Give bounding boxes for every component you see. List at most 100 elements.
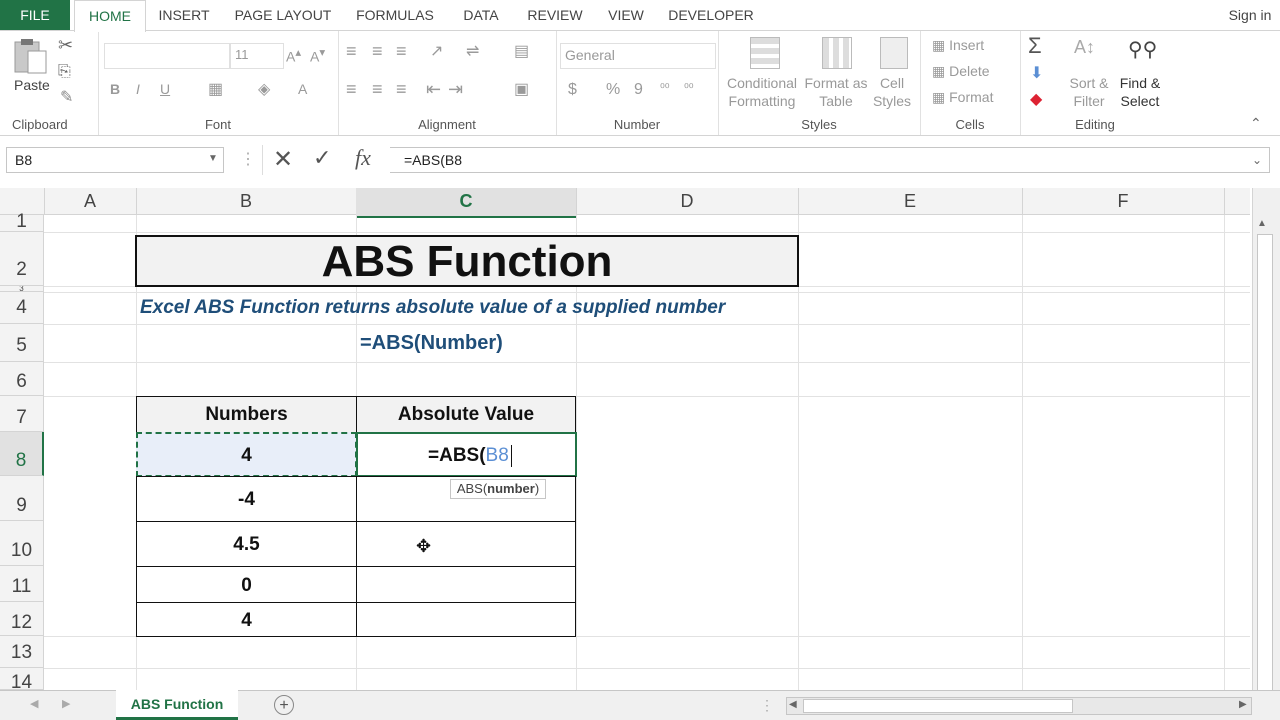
cut-icon[interactable]: ✂ [58, 35, 73, 56]
tab-developer[interactable]: DEVELOPER [660, 0, 762, 30]
column-header-f[interactable]: F [1022, 188, 1225, 215]
clear-icon[interactable]: ◆ [1030, 89, 1042, 109]
new-sheet-icon[interactable]: + [274, 695, 294, 715]
shrink-font-icon[interactable]: A▾ [310, 45, 325, 65]
row-header-14[interactable]: 14 [0, 668, 44, 690]
cancel-icon[interactable]: ✕ [273, 145, 293, 174]
row-header-8[interactable]: 8 [0, 432, 44, 476]
tab-file[interactable]: FILE [0, 0, 70, 30]
font-color-icon[interactable]: A [298, 81, 307, 97]
number-cell-b9[interactable]: -4 [136, 476, 357, 522]
syntax-text[interactable]: =ABS(Number) [356, 328, 516, 358]
horizontal-scroll-thumb[interactable] [803, 699, 1073, 713]
tab-page-layout[interactable]: PAGE LAYOUT [224, 0, 342, 30]
align-right-icon[interactable]: ≡ [396, 79, 407, 100]
font-size-select[interactable]: 11 [230, 43, 284, 69]
paste-button[interactable]: Paste [10, 37, 50, 103]
increase-indent-icon[interactable]: ⇥ [448, 79, 463, 100]
value-cell-c9[interactable] [356, 476, 576, 522]
row-header-4[interactable]: 4 [0, 292, 44, 324]
fill-icon[interactable]: ⬇ [1030, 63, 1043, 83]
row-header-2[interactable]: 2 [0, 232, 44, 286]
fill-color-icon[interactable]: ◈ [258, 79, 270, 99]
number-format-select[interactable]: General [560, 43, 716, 69]
currency-button[interactable]: $ [568, 81, 577, 99]
name-box-dropdown-icon[interactable]: ▼ [208, 153, 218, 164]
decrease-indent-icon[interactable]: ⇤ [426, 79, 441, 100]
tab-splitter-icon[interactable]: ⋮ [760, 697, 774, 714]
collapse-ribbon-icon[interactable]: ⌃ [1250, 115, 1262, 132]
row-header-1[interactable]: 1 [0, 212, 44, 232]
next-sheet-icon[interactable]: ▶ [62, 697, 70, 710]
insert-cells-button[interactable]: ▦ Insert [932, 37, 984, 54]
header-numbers[interactable]: Numbers [136, 396, 357, 433]
italic-button[interactable]: I [136, 81, 140, 97]
align-left-icon[interactable]: ≡ [346, 79, 357, 100]
percent-button[interactable]: % [606, 81, 620, 99]
number-cell-b8[interactable]: 4 [136, 432, 357, 477]
wrap-text-icon[interactable]: ⇌ [466, 41, 479, 61]
find-select-button[interactable]: ⚲⚲ Find & Select [1114, 37, 1166, 117]
column-header-a[interactable]: A [44, 188, 137, 215]
format-cells-button[interactable]: ▦ Format [932, 89, 993, 106]
row-header-10[interactable]: 10 [0, 521, 44, 566]
decrease-decimal-icon[interactable]: ⁰⁰ [684, 81, 694, 95]
grow-font-icon[interactable]: A▴ [286, 45, 301, 65]
bold-button[interactable]: B [110, 81, 120, 97]
header-absolute-value[interactable]: Absolute Value [356, 396, 576, 433]
row-header-7[interactable]: 7 [0, 396, 44, 432]
scroll-up-icon[interactable]: ▲ [1257, 218, 1273, 232]
tab-home[interactable]: HOME [74, 0, 146, 32]
horizontal-scrollbar[interactable]: ◀ ▶ [786, 697, 1252, 715]
middle-align-icon[interactable]: ≡ [372, 41, 383, 62]
font-name-select[interactable] [104, 43, 230, 69]
row-header-9[interactable]: 9 [0, 476, 44, 521]
enter-icon[interactable]: ✓ [313, 145, 331, 171]
column-header-c[interactable]: C [356, 188, 577, 218]
copy-icon[interactable]: ⎘ [58, 63, 71, 81]
description-text[interactable]: Excel ABS Function returns absolute valu… [140, 294, 780, 322]
scroll-right-icon[interactable]: ▶ [1239, 699, 1247, 710]
row-header-13[interactable]: 13 [0, 636, 44, 668]
top-align-icon[interactable]: ≡ [346, 41, 357, 62]
prev-sheet-icon[interactable]: ◀ [30, 697, 38, 710]
row-header-12[interactable]: 12 [0, 602, 44, 636]
row-header-6[interactable]: 6 [0, 362, 44, 396]
row-header-11[interactable]: 11 [0, 566, 44, 602]
tab-formulas[interactable]: FORMULAS [346, 0, 444, 30]
tab-review[interactable]: REVIEW [518, 0, 592, 30]
vertical-scroll-thumb[interactable] [1257, 234, 1273, 698]
number-cell-b11[interactable]: 0 [136, 566, 357, 603]
sheet-title[interactable]: ABS Function [135, 235, 799, 287]
tab-insert[interactable]: INSERT [148, 0, 220, 30]
underline-button[interactable]: U [160, 81, 170, 97]
borders-icon[interactable]: ▦ [208, 79, 223, 99]
increase-decimal-icon[interactable]: ⁰⁰ [660, 81, 670, 95]
sign-in-link[interactable]: Sign in [1222, 0, 1278, 30]
align-center-icon[interactable]: ≡ [372, 79, 383, 100]
formula-input[interactable]: =ABS(B8 [390, 147, 1270, 173]
sort-filter-button[interactable]: A↕ Sort & Filter [1064, 37, 1114, 117]
tab-view[interactable]: VIEW [596, 0, 656, 30]
insert-function-button[interactable]: fx [355, 145, 371, 171]
tab-data[interactable]: DATA [448, 0, 514, 30]
value-cell-c11[interactable] [356, 566, 576, 603]
wrap-icon[interactable]: ▤ [514, 41, 529, 61]
value-cell-c12[interactable] [356, 602, 576, 637]
number-cell-b10[interactable]: 4.5 [136, 521, 357, 567]
orientation-icon[interactable]: ↗ [430, 41, 443, 61]
active-cell-c8[interactable]: =ABS(B8 [356, 432, 577, 477]
autosum-icon[interactable]: Σ [1028, 33, 1042, 59]
expand-formula-bar-icon[interactable]: ⌄ [1252, 153, 1262, 167]
bottom-align-icon[interactable]: ≡ [396, 41, 407, 62]
vertical-scrollbar[interactable]: ▲ [1252, 188, 1280, 698]
sheet-tab-abs-function[interactable]: ABS Function [116, 690, 238, 720]
scroll-left-icon[interactable]: ◀ [789, 699, 797, 710]
conditional-formatting-button[interactable]: Conditional Formatting [722, 37, 802, 117]
delete-cells-button[interactable]: ▦ Delete [932, 63, 990, 80]
name-box[interactable]: B8 [6, 147, 224, 173]
column-header-d[interactable]: D [576, 188, 799, 215]
format-as-table-button[interactable]: Format as Table [804, 37, 868, 117]
cell-styles-button[interactable]: Cell Styles [868, 37, 916, 117]
number-cell-b12[interactable]: 4 [136, 602, 357, 637]
